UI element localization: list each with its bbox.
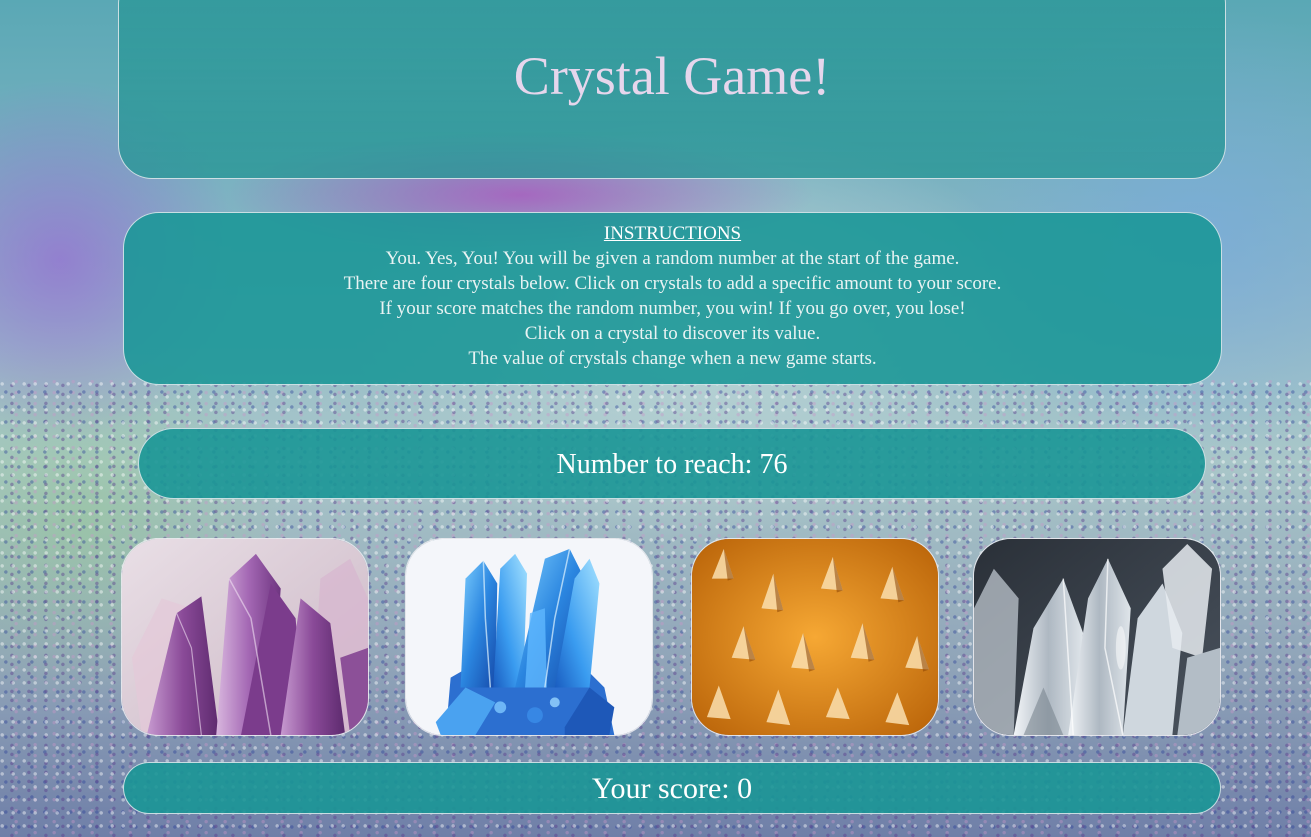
instructions-panel: INSTRUCTIONS You. Yes, You! You will be … <box>123 212 1222 385</box>
crystal-button-blue[interactable] <box>405 538 653 736</box>
purple-amethyst-crystal-icon <box>122 539 368 735</box>
blue-crystal-cluster-icon <box>406 539 652 735</box>
title-banner: Crystal Game! <box>118 0 1226 179</box>
instructions-heading: INSTRUCTIONS <box>603 223 742 244</box>
crystal-button-purple[interactable] <box>121 538 369 736</box>
crystal-button-orange[interactable] <box>691 538 939 736</box>
clear-quartz-crystal-icon <box>974 539 1220 735</box>
game-title: Crystal Game! <box>513 46 831 106</box>
instruction-line: There are four crystals below. Click on … <box>343 273 1002 294</box>
orange-citrine-crystal-icon <box>692 539 938 735</box>
score-label: Your score: 0 <box>591 772 753 805</box>
instruction-line: If your score matches the random number,… <box>379 298 966 319</box>
instruction-line: The value of crystals change when a new … <box>468 348 877 369</box>
instruction-line: Click on a crystal to discover its value… <box>524 323 821 344</box>
score-panel: Your score: 0 <box>123 762 1221 814</box>
target-number-panel: Number to reach: 76 <box>138 428 1206 499</box>
target-number-label: Number to reach: 76 <box>556 449 788 480</box>
instruction-line: You. Yes, You! You will be given a rando… <box>385 248 960 269</box>
crystal-button-clear[interactable] <box>973 538 1221 736</box>
